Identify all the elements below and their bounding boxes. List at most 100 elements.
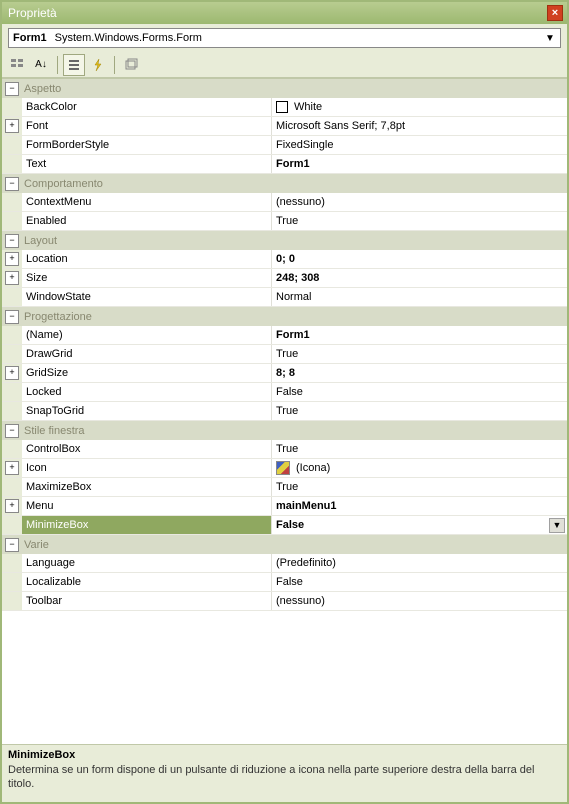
property-value[interactable]: 248; 308 (272, 269, 567, 287)
category-label: Stile finestra (22, 425, 85, 437)
expand-icon[interactable]: + (5, 119, 19, 133)
property-row[interactable]: (Name)Form1 (2, 326, 567, 345)
property-value[interactable]: FixedSingle (272, 136, 567, 154)
expand-cell (2, 440, 22, 458)
expand-cell: + (2, 117, 22, 135)
chevron-down-icon[interactable]: ▼ (542, 33, 558, 44)
property-value[interactable]: (Icona) (272, 459, 567, 477)
property-value[interactable]: False▼ (272, 516, 567, 534)
selected-object-name: Form1 (13, 32, 47, 44)
property-value[interactable]: True (272, 478, 567, 496)
category-header[interactable]: −Varie (2, 535, 567, 554)
property-row[interactable]: +Size248; 308 (2, 269, 567, 288)
property-value[interactable]: False (272, 383, 567, 401)
expand-cell (2, 573, 22, 591)
property-value[interactable]: Form1 (272, 326, 567, 344)
property-row[interactable]: +Icon(Icona) (2, 459, 567, 478)
expand-icon[interactable]: + (5, 252, 19, 266)
properties-window: Proprietà × Form1 System.Windows.Forms.F… (0, 0, 569, 804)
expand-cell: + (2, 250, 22, 268)
property-name: Localizable (22, 573, 272, 591)
expand-icon[interactable]: + (5, 461, 19, 475)
category-header[interactable]: −Layout (2, 231, 567, 250)
property-pages-button[interactable] (120, 54, 142, 76)
property-value[interactable]: False (272, 573, 567, 591)
property-row[interactable]: MaximizeBoxTrue (2, 478, 567, 497)
property-value[interactable]: (nessuno) (272, 193, 567, 211)
collapse-icon[interactable]: − (5, 82, 19, 96)
property-row[interactable]: +FontMicrosoft Sans Serif; 7,8pt (2, 117, 567, 136)
property-name: Locked (22, 383, 272, 401)
expand-icon[interactable]: + (5, 271, 19, 285)
property-value[interactable]: mainMenu1 (272, 497, 567, 515)
property-value[interactable]: Microsoft Sans Serif; 7,8pt (272, 117, 567, 135)
collapse-icon[interactable]: − (5, 424, 19, 438)
property-value[interactable]: Normal (272, 288, 567, 306)
category-header[interactable]: −Comportamento (2, 174, 567, 193)
toolbar-separator (114, 56, 115, 74)
property-row[interactable]: LocalizableFalse (2, 573, 567, 592)
close-button[interactable]: × (547, 5, 563, 21)
property-row[interactable]: FormBorderStyleFixedSingle (2, 136, 567, 155)
toolbar: A↓ (2, 52, 567, 78)
property-value[interactable]: White (272, 98, 567, 116)
lightning-icon (91, 58, 105, 72)
categorized-button[interactable] (6, 54, 28, 76)
properties-button[interactable] (63, 54, 85, 76)
expand-icon[interactable]: + (5, 499, 19, 513)
property-value-text: False (276, 386, 303, 398)
collapse-icon[interactable]: − (5, 234, 19, 248)
property-value-text: 248; 308 (276, 272, 319, 284)
property-row[interactable]: +Location0; 0 (2, 250, 567, 269)
object-selector-row: Form1 System.Windows.Forms.Form ▼ (2, 24, 567, 52)
property-value[interactable]: Form1 (272, 155, 567, 173)
alphabetical-button[interactable]: A↓ (30, 54, 52, 76)
property-name: Language (22, 554, 272, 572)
collapse-icon[interactable]: − (5, 538, 19, 552)
property-name: (Name) (22, 326, 272, 344)
property-value[interactable]: True (272, 212, 567, 230)
property-row[interactable]: ControlBox True (2, 440, 567, 459)
property-value[interactable]: True (272, 345, 567, 363)
property-value[interactable]: (Predefinito) (272, 554, 567, 572)
property-row[interactable]: ContextMenu(nessuno) (2, 193, 567, 212)
color-swatch (276, 101, 288, 113)
expand-cell (2, 326, 22, 344)
property-value[interactable]: 8; 8 (272, 364, 567, 382)
property-value[interactable]: 0; 0 (272, 250, 567, 268)
property-grid[interactable]: −AspettoBackColorWhite+FontMicrosoft San… (2, 78, 567, 744)
close-icon: × (552, 7, 558, 19)
property-value-text: (Icona) (296, 462, 330, 474)
property-row[interactable]: EnabledTrue (2, 212, 567, 231)
property-row[interactable]: TextForm1 (2, 155, 567, 174)
property-row[interactable]: Toolbar(nessuno) (2, 592, 567, 611)
property-row[interactable]: Locked False (2, 383, 567, 402)
events-button[interactable] (87, 54, 109, 76)
property-row[interactable]: DrawGridTrue (2, 345, 567, 364)
property-name: SnapToGrid (22, 402, 272, 420)
property-name: Font (22, 117, 272, 135)
object-selector[interactable]: Form1 System.Windows.Forms.Form ▼ (8, 28, 561, 48)
property-name: WindowState (22, 288, 272, 306)
category-header[interactable]: −Progettazione (2, 307, 567, 326)
property-row[interactable]: MinimizeBoxFalse▼ (2, 516, 567, 535)
property-row[interactable]: SnapToGrid True (2, 402, 567, 421)
category-header[interactable]: −Stile finestra (2, 421, 567, 440)
property-name: ControlBox (22, 440, 272, 458)
expand-icon[interactable]: + (5, 366, 19, 380)
property-row[interactable]: BackColorWhite (2, 98, 567, 117)
property-row[interactable]: +GridSize8; 8 (2, 364, 567, 383)
property-row[interactable]: WindowStateNormal (2, 288, 567, 307)
category-header[interactable]: −Aspetto (2, 79, 567, 98)
property-value-text: True (276, 405, 298, 417)
property-value-text: True (276, 443, 298, 455)
property-value[interactable]: (nessuno) (272, 592, 567, 610)
collapse-icon[interactable]: − (5, 177, 19, 191)
collapse-icon[interactable]: − (5, 310, 19, 324)
property-value[interactable]: True (272, 402, 567, 420)
property-row[interactable]: +MenumainMenu1 (2, 497, 567, 516)
chevron-down-icon[interactable]: ▼ (549, 518, 565, 533)
property-value[interactable]: True (272, 440, 567, 458)
titlebar[interactable]: Proprietà × (2, 2, 567, 24)
property-row[interactable]: Language(Predefinito) (2, 554, 567, 573)
